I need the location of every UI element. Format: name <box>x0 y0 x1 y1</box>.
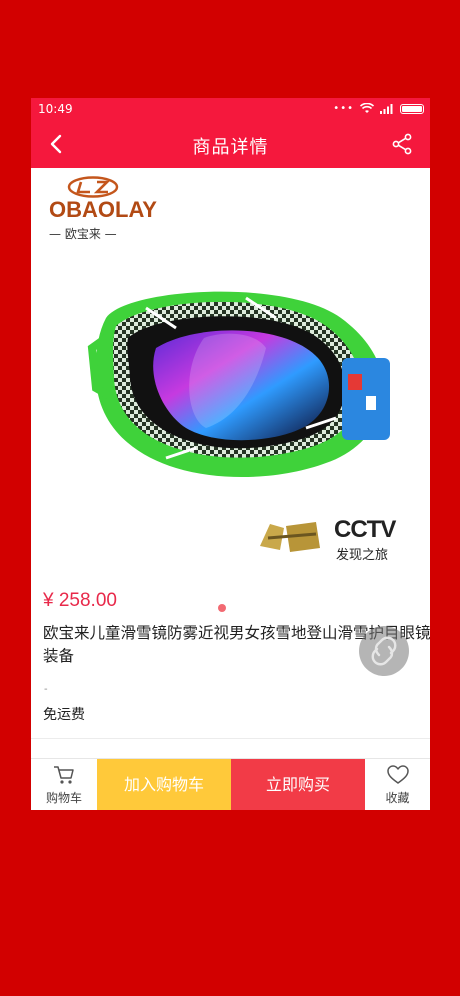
brand-logo: OBAOLAY — 欧宝来 — <box>49 176 157 242</box>
page-title: 商品详情 <box>192 137 269 158</box>
app-screen: 10:49 ••• 商品详情 OBAOLAY — 欧宝来 — CCTV 发现之旅… <box>31 98 430 810</box>
floating-action-button[interactable] <box>359 626 409 676</box>
sub-info-dash: - <box>44 684 48 695</box>
brand-emblem-icon <box>67 176 119 198</box>
cctv-logo-text: CCTV <box>334 516 396 543</box>
buy-now-button[interactable]: 立即购买 <box>231 759 365 810</box>
battery-icon <box>400 103 424 114</box>
brand-subtitle: — 欧宝来 — <box>49 227 117 241</box>
cart-label: 购物车 <box>45 791 82 805</box>
link-icon <box>371 636 397 666</box>
favorite-label: 收藏 <box>385 791 410 805</box>
status-bar: 10:49 ••• <box>31 98 430 120</box>
top-navbar: 商品详情 <box>31 120 430 168</box>
status-time: 10:49 <box>38 102 73 116</box>
product-image-carousel[interactable]: OBAOLAY — 欧宝来 — CCTV 发现之旅 <box>31 168 430 612</box>
cart-icon <box>54 766 74 784</box>
cart-tab[interactable]: 购物车 <box>31 759 97 810</box>
cctv-subtitle: 发现之旅 <box>336 548 389 563</box>
shipping-info: 免运费 <box>43 707 85 723</box>
share-icon[interactable] <box>390 132 414 156</box>
wifi-icon <box>360 103 374 113</box>
status-icons: ••• <box>333 103 424 114</box>
ski-goggles-image <box>87 291 390 478</box>
more-dots-icon: ••• <box>333 102 354 114</box>
carousel-indicator-dot[interactable] <box>218 604 226 612</box>
favorite-tab[interactable]: 收藏 <box>365 759 430 810</box>
brand-name: OBAOLAY <box>49 197 157 222</box>
product-price: ¥ 258.00 <box>43 590 117 611</box>
heart-icon <box>386 765 409 784</box>
add-to-cart-button[interactable]: 加入购物车 <box>97 759 231 810</box>
divider <box>31 738 430 739</box>
bottom-action-bar: 购物车 加入购物车 立即购买 收藏 <box>31 758 430 810</box>
gold-logo-icon <box>260 522 320 552</box>
cctv-badge: CCTV 发现之旅 <box>256 516 416 563</box>
signal-icon <box>380 104 393 114</box>
